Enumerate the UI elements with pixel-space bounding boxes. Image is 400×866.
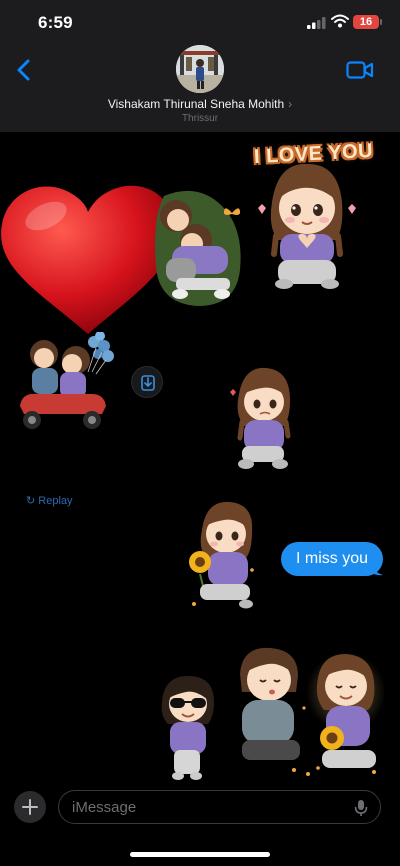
chevron-right-icon: › xyxy=(288,97,293,111)
wifi-icon xyxy=(331,14,349,28)
microphone-icon[interactable] xyxy=(354,799,368,817)
red-heart-sticker[interactable] xyxy=(0,172,176,340)
contact-location: Thrissur xyxy=(181,113,219,124)
sad-girl-sticker[interactable] xyxy=(224,364,296,474)
replay-arrow-icon: ↻ xyxy=(26,495,39,507)
contact-name[interactable]: Vishakam Thirunal Sneha Mohith › xyxy=(0,97,400,111)
video-call-icon[interactable] xyxy=(346,60,374,80)
download-tray-icon xyxy=(141,375,155,391)
cellular-signal-icon xyxy=(307,17,326,29)
battery-indicator: 16 xyxy=(353,15,382,29)
home-indicator[interactable] xyxy=(130,852,270,857)
sent-message-text: I miss you xyxy=(295,550,368,567)
save-sticker-button[interactable] xyxy=(131,366,163,398)
status-bar: 6:59 16 xyxy=(0,0,400,44)
heart-hands-girl-sticker[interactable] xyxy=(250,158,362,292)
sunflower-girl-sticker[interactable] xyxy=(186,500,260,614)
sent-message-bubble[interactable]: I miss you xyxy=(281,542,383,576)
couple-sunflower-sticker[interactable] xyxy=(234,644,384,780)
imessage-placeholder: iMessage xyxy=(72,799,137,816)
butterfly-icon xyxy=(223,208,241,215)
apps-plus-button[interactable] xyxy=(14,791,46,823)
imessage-input[interactable]: iMessage xyxy=(58,790,381,824)
contact-avatar[interactable] xyxy=(176,45,224,93)
messages-screen: Vishakam Thirunal Sneha Mohith › Thrissur… xyxy=(0,0,400,866)
sunglasses-girl-sticker[interactable] xyxy=(156,674,220,782)
replay-link[interactable]: ↻ Replay xyxy=(26,494,73,507)
scooter-couple-sticker[interactable] xyxy=(16,332,116,434)
plus-icon xyxy=(22,799,38,815)
back-chevron-icon[interactable] xyxy=(13,58,35,82)
contact-name-text: Vishakam Thirunal Sneha Mohith xyxy=(107,97,285,111)
replay-label: Replay xyxy=(38,495,73,507)
status-time: 6:59 xyxy=(38,13,73,32)
bubble-tail xyxy=(369,562,383,576)
